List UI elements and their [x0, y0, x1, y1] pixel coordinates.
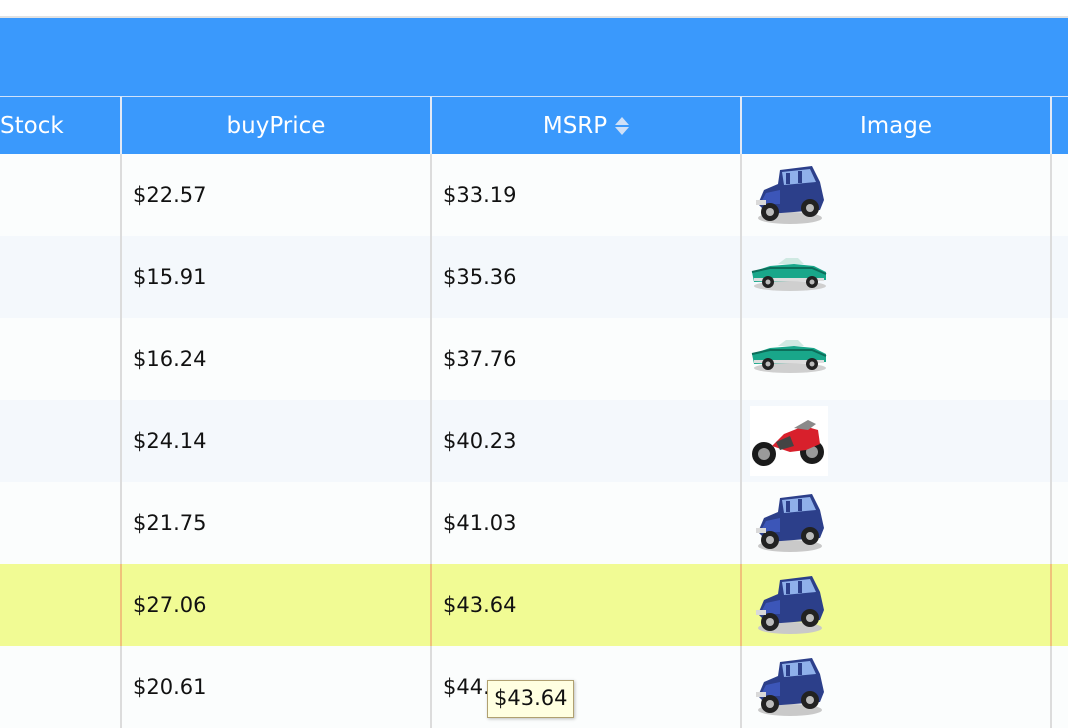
cell-msrp[interactable]: $33.19	[432, 154, 742, 236]
cell-image[interactable]	[742, 564, 1052, 646]
vintage-blue-car-icon	[750, 488, 828, 558]
cell-image[interactable]	[742, 400, 1052, 482]
table-row[interactable]: $24.14 $40.23	[0, 400, 1068, 482]
cell-next-column[interactable]	[1052, 400, 1068, 482]
vintage-blue-car-icon	[750, 652, 828, 722]
column-header-image-label: Image	[859, 113, 933, 139]
cell-stock[interactable]	[0, 236, 122, 318]
header-row: Stock buyPrice MSRP Image	[0, 96, 1068, 155]
cell-image[interactable]	[742, 482, 1052, 564]
cell-msrp[interactable]: $40.23	[432, 400, 742, 482]
green-convertible-car-icon	[750, 242, 828, 312]
cell-buyprice[interactable]: $16.24	[122, 318, 432, 400]
cell-next-column[interactable]	[1052, 318, 1068, 400]
vintage-blue-car-icon	[750, 160, 828, 230]
cell-tooltip: $43.64	[487, 680, 575, 718]
cell-buyprice[interactable]: $20.61	[122, 646, 432, 728]
table-row[interactable]: $15.91 $35.36	[0, 236, 1068, 318]
column-header-buyprice[interactable]: buyPrice	[122, 97, 432, 155]
cell-next-column[interactable]	[1052, 236, 1068, 318]
table-row[interactable]: $22.57 $33.19	[0, 154, 1068, 236]
cell-image[interactable]	[742, 154, 1052, 236]
cell-next-column[interactable]	[1052, 564, 1068, 646]
cell-next-column[interactable]	[1052, 154, 1068, 236]
table-row[interactable]: $27.06 $43.64	[0, 564, 1068, 646]
cell-image[interactable]	[742, 236, 1052, 318]
column-header-stock[interactable]: Stock	[0, 97, 122, 155]
cell-msrp[interactable]: $44.	[432, 646, 742, 728]
column-header-stock-label: Stock	[0, 113, 64, 139]
cell-image[interactable]	[742, 318, 1052, 400]
column-header-image[interactable]: Image	[742, 97, 1052, 155]
cell-stock[interactable]	[0, 564, 122, 646]
cell-stock[interactable]	[0, 154, 122, 236]
cell-buyprice[interactable]: $15.91	[122, 236, 432, 318]
grid-toolbar	[0, 18, 1068, 96]
column-header-msrp-label: MSRP	[542, 113, 608, 139]
green-convertible-car-icon	[750, 324, 828, 394]
cell-stock[interactable]	[0, 318, 122, 400]
red-motorcycle-icon	[750, 406, 828, 476]
cell-msrp[interactable]: $37.76	[432, 318, 742, 400]
cell-buyprice[interactable]: $24.14	[122, 400, 432, 482]
cell-buyprice[interactable]: $21.75	[122, 482, 432, 564]
table-row[interactable]: $21.75 $41.03	[0, 482, 1068, 564]
cell-msrp[interactable]: $43.64	[432, 564, 742, 646]
cell-next-column[interactable]	[1052, 482, 1068, 564]
cell-stock[interactable]	[0, 400, 122, 482]
cell-image[interactable]	[742, 646, 1052, 728]
vintage-blue-car-icon	[750, 570, 828, 640]
column-header-next[interactable]	[1052, 97, 1068, 155]
cell-next-column[interactable]	[1052, 646, 1068, 728]
column-header-msrp[interactable]: MSRP	[432, 97, 742, 155]
cell-msrp[interactable]: $41.03	[432, 482, 742, 564]
cell-msrp[interactable]: $35.36	[432, 236, 742, 318]
cell-buyprice[interactable]: $27.06	[122, 564, 432, 646]
cell-stock[interactable]	[0, 482, 122, 564]
column-header-buyprice-label: buyPrice	[226, 113, 326, 139]
table-row[interactable]: $16.24 $37.76	[0, 318, 1068, 400]
sort-icon[interactable]	[615, 115, 630, 137]
cell-buyprice[interactable]: $22.57	[122, 154, 432, 236]
cell-stock[interactable]	[0, 646, 122, 728]
